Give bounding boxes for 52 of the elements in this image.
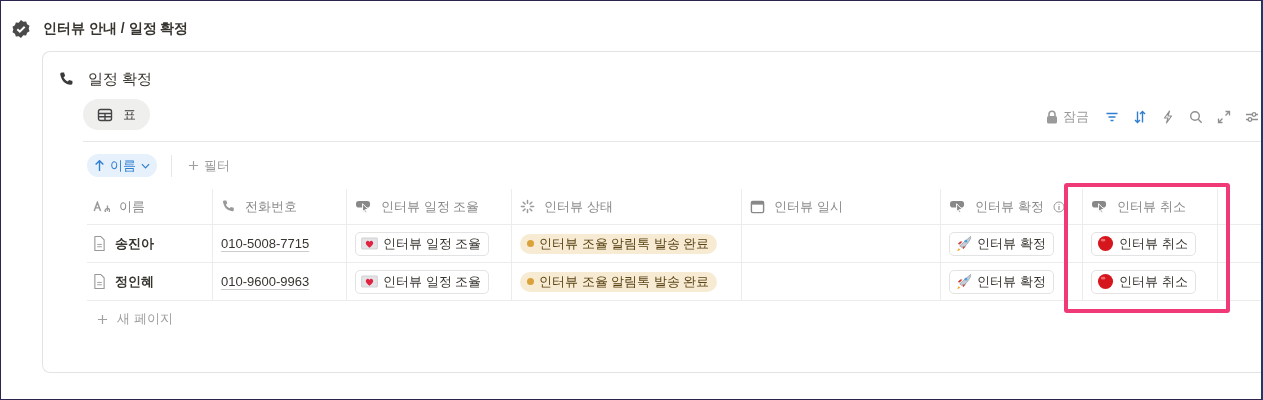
view-tab[interactable]: 표 <box>83 99 150 130</box>
circle-icon <box>1097 273 1114 290</box>
sliders-icon[interactable] <box>1245 109 1259 124</box>
lightning-icon[interactable] <box>1161 109 1175 124</box>
column-header: 인터뷰 상태 <box>544 197 613 216</box>
action-button[interactable]: 인터뷰 확정 <box>949 231 1054 256</box>
rocket-icon <box>955 273 972 290</box>
action-button[interactable]: 인터뷰 일정 조율 <box>355 231 490 256</box>
phone-number[interactable]: 010-5008-7715 <box>221 235 310 252</box>
page-name[interactable]: 송진아 <box>115 234 154 253</box>
action-button[interactable]: 인터뷰 확정 <box>949 269 1054 294</box>
phone-number[interactable]: 010-9600-9963 <box>221 273 310 290</box>
heart-letter-icon <box>361 275 378 288</box>
column-header: 전화번호 <box>245 197 297 216</box>
document-icon <box>93 235 106 252</box>
cursor-click-icon <box>1091 199 1108 214</box>
cursor-click-icon <box>949 199 966 214</box>
column-header: 인터뷰 확정 <box>975 197 1044 216</box>
plus-icon <box>97 313 108 325</box>
status-tag: 인터뷰 조율 알림톡 발송 완료 <box>520 271 718 292</box>
page-title: 인터뷰 안내 / 일정 확정 <box>43 20 189 38</box>
arrow-up-icon <box>94 159 105 172</box>
action-button[interactable]: 인터뷰 취소 <box>1091 231 1196 256</box>
column-header: 인터뷰 일시 <box>774 197 843 216</box>
action-button[interactable]: 인터뷰 취소 <box>1091 269 1196 294</box>
search-icon[interactable] <box>1189 109 1203 124</box>
cursor-click-icon <box>355 199 372 214</box>
rocket-icon <box>955 235 972 252</box>
calendar-icon <box>750 199 765 214</box>
sort-icon[interactable] <box>1133 109 1147 124</box>
database-title: 일정 확정 <box>88 69 153 89</box>
action-button[interactable]: 인터뷰 일정 조율 <box>355 269 490 294</box>
document-icon <box>93 273 106 290</box>
column-header: 인터뷰 일정 조율 <box>381 197 480 216</box>
verified-badge-icon <box>11 19 31 39</box>
column-header: 인터뷰 취소 <box>1117 197 1186 216</box>
phone-icon <box>58 70 75 88</box>
plus-icon <box>188 160 199 171</box>
info-icon <box>1052 200 1065 213</box>
table-icon <box>97 106 113 123</box>
chevron-down-icon <box>141 162 150 169</box>
status-spinner-icon <box>520 199 535 214</box>
status-tag: 인터뷰 조율 알림톡 발송 완료 <box>520 233 718 254</box>
lock-icon <box>1046 109 1058 124</box>
column-header: 이름 <box>119 197 145 216</box>
text-type-icon <box>93 201 110 212</box>
heart-letter-icon <box>361 237 378 250</box>
phone-icon <box>221 199 236 214</box>
expand-icon[interactable] <box>1217 109 1231 124</box>
page-name[interactable]: 정인혜 <box>115 272 154 291</box>
sort-chip[interactable]: 이름 <box>87 154 157 177</box>
circle-icon <box>1097 235 1114 252</box>
